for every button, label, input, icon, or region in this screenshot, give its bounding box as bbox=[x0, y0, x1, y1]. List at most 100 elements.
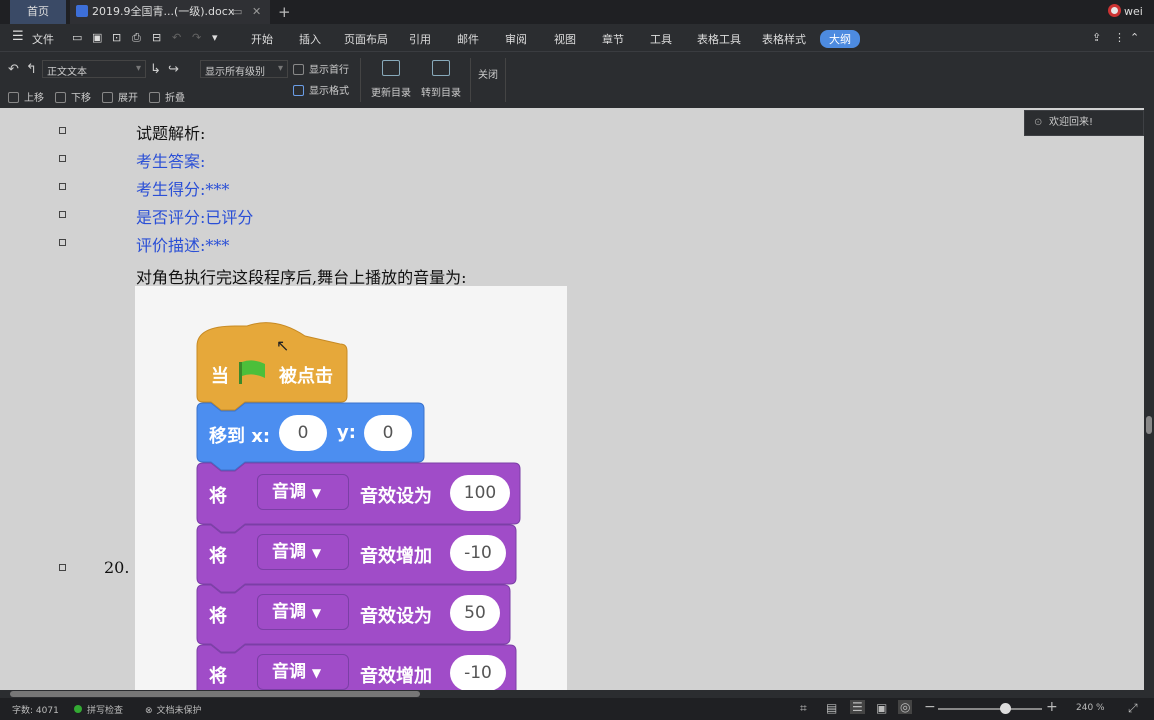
demote-to-body-icon[interactable]: ↪ bbox=[168, 62, 179, 77]
fullscreen-icon[interactable]: ⤢ bbox=[1128, 701, 1138, 716]
goto-toc-button[interactable]: 转到目录 bbox=[418, 60, 464, 100]
score-line[interactable]: 考生得分:*** bbox=[136, 176, 229, 200]
promote-to-heading1-icon[interactable]: ↶ bbox=[8, 62, 19, 77]
tab-home[interactable]: 首页 bbox=[10, 0, 66, 24]
location-pin-icon: ⊙ bbox=[1034, 117, 1043, 128]
more-options-icon[interactable]: ⋮ bbox=[1114, 31, 1125, 44]
tab-document[interactable]: 2019.9全国青...(一级).docx ▭ ✕ bbox=[70, 0, 270, 24]
preview-icon[interactable]: ⊟ bbox=[152, 31, 161, 44]
show-first-line-checkbox[interactable]: 显示首行 bbox=[293, 61, 349, 76]
level-select[interactable]: 显示所有级别 ▾ bbox=[200, 60, 288, 78]
word-count[interactable]: 字数: 4071 bbox=[12, 703, 59, 716]
comment-line[interactable]: 评价描述:*** bbox=[136, 232, 229, 256]
outline-view-icon[interactable]: ☰ bbox=[850, 700, 865, 714]
outline-bullet[interactable] bbox=[59, 127, 66, 134]
fit-window-icon[interactable]: ⌗ bbox=[800, 701, 807, 716]
answer-line[interactable]: 考生答案: bbox=[136, 148, 205, 172]
menu-tools[interactable]: 工具 bbox=[650, 31, 672, 47]
expand-button[interactable]: 展开 bbox=[102, 89, 138, 104]
more-icon[interactable]: ▾ bbox=[212, 31, 218, 44]
eye-protect-icon[interactable]: ◎ bbox=[898, 700, 913, 714]
welcome-toast: ⊙ 欢迎回来! bbox=[1024, 110, 1144, 136]
zoom-slider-thumb[interactable] bbox=[1000, 703, 1011, 714]
share-icon[interactable]: ⇪ bbox=[1092, 31, 1101, 44]
outline-bullet[interactable] bbox=[59, 155, 66, 162]
close-icon[interactable]: ✕ bbox=[252, 0, 261, 24]
update-toc-icon bbox=[382, 60, 400, 76]
pin-icon[interactable]: ▭ bbox=[232, 0, 242, 24]
menu-table-tools[interactable]: 表格工具 bbox=[697, 31, 741, 47]
close-outline-button[interactable]: 关闭 bbox=[478, 66, 498, 81]
analysis-line[interactable]: 试题解析: bbox=[136, 120, 205, 144]
graded-line[interactable]: 是否评分:已评分 bbox=[136, 204, 253, 228]
collapse-button[interactable]: 折叠 bbox=[149, 89, 185, 104]
promote-icon[interactable]: ↰ bbox=[26, 62, 37, 77]
menu-reference[interactable]: 引用 bbox=[409, 31, 431, 47]
avatar bbox=[1108, 4, 1121, 17]
protect-status[interactable]: ⊗ 文档未保护 bbox=[145, 703, 202, 716]
sound-verb-label: 将 bbox=[209, 546, 227, 567]
style-select[interactable]: 正文文本 ▾ bbox=[42, 60, 146, 78]
dropdown-value: 音调 bbox=[272, 602, 306, 622]
question-text[interactable]: 对角色执行完这段程序后,舞台上播放的音量为: bbox=[136, 264, 466, 288]
zoom-level[interactable]: 240 % bbox=[1076, 703, 1105, 713]
sound-verb-label: 将 bbox=[209, 666, 227, 687]
open-icon[interactable]: ▭ bbox=[72, 31, 82, 44]
goto-toc-icon bbox=[432, 60, 450, 76]
redo-icon[interactable]: ↷ bbox=[192, 31, 201, 44]
caret-down-icon: ▼ bbox=[311, 666, 322, 680]
menu-file[interactable]: 文件 bbox=[32, 31, 54, 47]
question-number[interactable]: 20. bbox=[104, 558, 129, 577]
sound-effect-dropdown: 音调 ▼ bbox=[257, 594, 349, 630]
collapse-ribbon-icon[interactable]: ⌃ bbox=[1130, 31, 1139, 44]
update-toc-button[interactable]: 更新目录 bbox=[368, 60, 414, 100]
shield-icon: ⊗ bbox=[145, 706, 153, 716]
menu-chapter[interactable]: 章节 bbox=[602, 31, 624, 47]
export-icon[interactable]: ⊡ bbox=[112, 31, 121, 44]
show-format-checkbox[interactable]: 显示格式 bbox=[293, 82, 349, 97]
horizontal-scrollbar-thumb[interactable] bbox=[10, 691, 420, 697]
outline-bullet[interactable] bbox=[59, 564, 66, 571]
menu-layout[interactable]: 页面布局 bbox=[344, 31, 388, 47]
minus-icon bbox=[149, 92, 160, 103]
zoom-in-button[interactable]: + bbox=[1046, 699, 1058, 715]
move-up-button[interactable]: 上移 bbox=[8, 89, 44, 104]
page-view-icon[interactable]: ▤ bbox=[826, 701, 837, 715]
user-account[interactable]: wei bbox=[1108, 0, 1143, 24]
new-tab-button[interactable]: + bbox=[278, 0, 291, 24]
tab-document-title: 2019.9全国青...(一级).docx bbox=[92, 5, 235, 18]
save-icon[interactable]: ▣ bbox=[92, 31, 102, 44]
outline-bullet[interactable] bbox=[59, 239, 66, 246]
vertical-scrollbar[interactable] bbox=[1144, 108, 1154, 690]
menu-view[interactable]: 视图 bbox=[554, 31, 576, 47]
sound-effect-dropdown: 音调 ▼ bbox=[257, 654, 349, 690]
demote-icon[interactable]: ↳ bbox=[150, 62, 161, 77]
divider bbox=[470, 58, 471, 102]
web-view-icon[interactable]: ▣ bbox=[876, 701, 887, 715]
undo-icon[interactable]: ↶ bbox=[172, 31, 181, 44]
dropdown-value: 音调 bbox=[272, 482, 306, 502]
dropdown-value: 音调 bbox=[272, 662, 306, 682]
checkbox-checked-icon bbox=[293, 85, 304, 96]
print-icon[interactable]: ⎙ bbox=[132, 31, 141, 45]
outline-bullet[interactable] bbox=[59, 183, 66, 190]
sound-value-input: -10 bbox=[450, 655, 506, 690]
checkbox-icon bbox=[293, 64, 304, 75]
vertical-scrollbar-thumb[interactable] bbox=[1146, 416, 1152, 434]
show-first-line-label: 显示首行 bbox=[309, 65, 349, 76]
menu-mail[interactable]: 邮件 bbox=[457, 31, 479, 47]
menu-insert[interactable]: 插入 bbox=[299, 31, 321, 47]
menu-outline[interactable]: 大纲 bbox=[820, 30, 860, 48]
zoom-out-button[interactable]: − bbox=[924, 699, 936, 715]
dropdown-value: 音调 bbox=[272, 542, 306, 562]
move-down-button[interactable]: 下移 bbox=[55, 89, 91, 104]
menu-start[interactable]: 开始 bbox=[251, 31, 273, 47]
outline-bullet[interactable] bbox=[59, 211, 66, 218]
menu-review[interactable]: 审阅 bbox=[505, 31, 527, 47]
hamburger-icon[interactable]: ☰ bbox=[12, 29, 24, 44]
menu-table-style[interactable]: 表格样式 bbox=[762, 31, 806, 47]
expand-label: 展开 bbox=[118, 93, 138, 104]
goto-y-input: 0 bbox=[364, 415, 412, 451]
spell-check-button[interactable]: 拼写检查 bbox=[74, 703, 123, 716]
zoom-slider[interactable] bbox=[938, 708, 1042, 710]
